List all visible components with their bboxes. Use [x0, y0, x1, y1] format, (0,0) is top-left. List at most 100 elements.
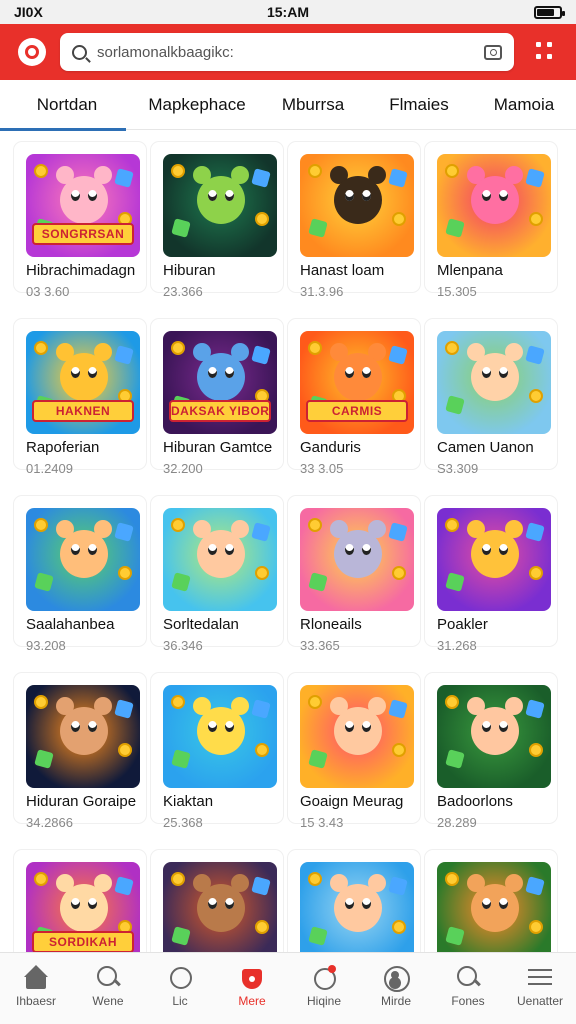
- coin-icon: [529, 212, 543, 226]
- app-card[interactable]: Rloneails 33.365: [288, 496, 420, 653]
- character-face: [471, 353, 519, 401]
- coin-icon: [308, 164, 322, 178]
- app-card[interactable]: Sorltedalan 36.346: [151, 496, 283, 653]
- tab-0[interactable]: Nortdan: [0, 80, 134, 131]
- app-title: Hiduran Goraipe: [26, 793, 137, 810]
- character-face: [334, 884, 382, 932]
- nav-item-5[interactable]: Mirde: [360, 953, 432, 1024]
- nav-item-1[interactable]: Wene: [72, 953, 144, 1024]
- coin-icon: [445, 872, 459, 886]
- block-icon: [114, 522, 134, 542]
- app-thumbnail[interactable]: [300, 685, 414, 788]
- app-thumbnail[interactable]: SONGRRSAN: [26, 154, 140, 257]
- coin-icon: [529, 566, 543, 580]
- nav-item-0[interactable]: Ihbaesr: [0, 953, 72, 1024]
- nav-label: Lic: [172, 994, 188, 1008]
- app-rating: 32.200: [163, 461, 203, 476]
- app-thumbnail[interactable]: [437, 331, 551, 434]
- coin-icon: [118, 566, 132, 580]
- coin-icon: [255, 212, 269, 226]
- block-icon: [171, 572, 191, 592]
- app-card[interactable]: Saalahanbea 93.208: [14, 496, 146, 653]
- ring-icon: [167, 965, 193, 989]
- app-card[interactable]: Kiaktan 25.368: [151, 673, 283, 830]
- coin-icon: [445, 164, 459, 178]
- app-card[interactable]: CARMIS Ganduris 33 3.05: [288, 319, 420, 476]
- app-thumbnail[interactable]: HAKNEN: [26, 331, 140, 434]
- app-thumbnail[interactable]: [26, 508, 140, 611]
- block-icon: [525, 522, 545, 542]
- block-icon: [525, 876, 545, 896]
- app-rating: 15 3.43: [300, 815, 344, 830]
- character-face: [471, 707, 519, 755]
- tab-3[interactable]: Flmaies: [366, 80, 472, 130]
- nav-item-7[interactable]: Uenatter: [504, 953, 576, 1024]
- search-icon: [72, 44, 87, 60]
- camera-icon[interactable]: [484, 44, 502, 60]
- app-thumbnail[interactable]: [437, 685, 551, 788]
- app-card[interactable]: Hanast loam 31.3.96: [288, 142, 420, 299]
- app-thumbnail[interactable]: CARMIS: [300, 331, 414, 434]
- app-title: Poakler: [437, 616, 488, 633]
- nav-item-6[interactable]: Fones: [432, 953, 504, 1024]
- app-rating: 33.365: [300, 638, 340, 653]
- character-face: [471, 884, 519, 932]
- app-card[interactable]: DAKSAK YIBORA Hiburan Gamtce 32.200: [151, 319, 283, 476]
- app-thumbnail[interactable]: [163, 154, 277, 257]
- search-icon: [95, 965, 121, 989]
- app-thumbnail[interactable]: [437, 154, 551, 257]
- block-icon: [525, 699, 545, 719]
- coin-icon: [171, 695, 185, 709]
- coin-icon: [171, 164, 185, 178]
- app-thumbnail[interactable]: SORDIKAH: [26, 862, 140, 965]
- app-card[interactable]: Goaign Meurag 15 3.43: [288, 673, 420, 830]
- app-thumbnail[interactable]: [163, 862, 277, 965]
- app-thumbnail[interactable]: [437, 508, 551, 611]
- app-thumbnail[interactable]: [437, 862, 551, 965]
- block-icon: [308, 926, 328, 946]
- app-logo-icon[interactable]: [18, 38, 46, 66]
- app-thumbnail[interactable]: [163, 685, 277, 788]
- app-card[interactable]: HAKNEN Rapoferian 01.2409: [14, 319, 146, 476]
- coin-icon: [445, 695, 459, 709]
- app-card[interactable]: Hiburan 23.366: [151, 142, 283, 299]
- block-icon: [171, 749, 191, 769]
- app-card[interactable]: Mlenpana 15.305: [425, 142, 557, 299]
- top-header: sorlamonalkbaagikc:: [0, 24, 576, 80]
- character-face: [197, 530, 245, 578]
- app-card[interactable]: Badoorlons 28.289: [425, 673, 557, 830]
- coin-icon: [118, 743, 132, 757]
- block-icon: [445, 926, 465, 946]
- tab-2[interactable]: Mburrsa: [260, 80, 366, 130]
- app-rating: 25.368: [163, 815, 203, 830]
- coin-icon: [255, 920, 269, 934]
- grid-dots-icon[interactable]: [536, 42, 554, 62]
- search-input[interactable]: sorlamonalkbaagikc:: [97, 44, 484, 61]
- nav-item-2[interactable]: Lic: [144, 953, 216, 1024]
- app-rating: 23.366: [163, 284, 203, 299]
- search-bar[interactable]: sorlamonalkbaagikc:: [60, 33, 514, 71]
- character-face: [60, 884, 108, 932]
- coin-icon: [34, 518, 48, 532]
- app-thumbnail[interactable]: [163, 508, 277, 611]
- app-card[interactable]: SONGRRSAN Hibrachimadagn 03 3.60: [14, 142, 146, 299]
- app-card[interactable]: Poakler 31.268: [425, 496, 557, 653]
- block-icon: [251, 876, 271, 896]
- tab-1[interactable]: Mapkephace: [134, 80, 260, 130]
- tab-4[interactable]: Mamoia: [472, 80, 576, 130]
- status-time: 15:AM: [266, 4, 309, 20]
- app-thumbnail[interactable]: [300, 862, 414, 965]
- app-thumbnail[interactable]: [300, 154, 414, 257]
- app-thumbnail[interactable]: [26, 685, 140, 788]
- app-card[interactable]: Camen Uanon S3.309: [425, 319, 557, 476]
- nav-item-4[interactable]: Hiqine: [288, 953, 360, 1024]
- app-thumbnail[interactable]: [300, 508, 414, 611]
- character-face: [471, 530, 519, 578]
- user-icon: [383, 965, 410, 992]
- nav-item-3[interactable]: Mere: [216, 953, 288, 1024]
- bottom-nav: Ihbaesr Wene Lic Mere Hiqine Mirde Fones Uenatt…: [0, 952, 576, 1024]
- coin-icon: [171, 518, 185, 532]
- app-card[interactable]: Hiduran Goraipe 34.2866: [14, 673, 146, 830]
- block-icon: [525, 345, 545, 365]
- app-thumbnail[interactable]: DAKSAK YIBORA: [163, 331, 277, 434]
